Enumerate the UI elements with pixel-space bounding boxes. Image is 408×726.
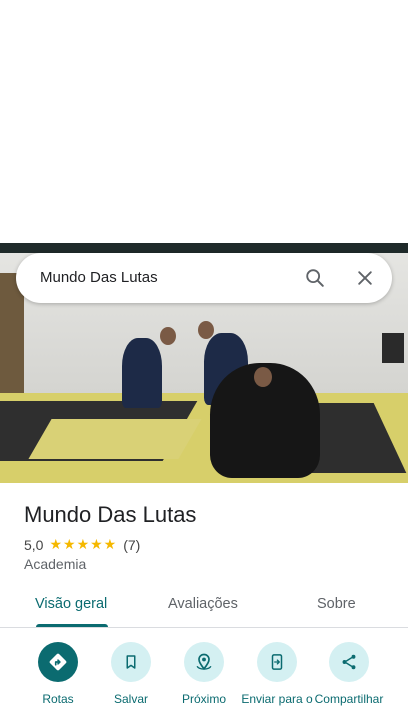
share-label: Compartilhar bbox=[314, 692, 384, 706]
tab-about[interactable]: Sobre bbox=[317, 596, 356, 612]
send-to-phone-button[interactable]: Enviar para o bbox=[237, 640, 317, 706]
rating-value: 5,0 bbox=[24, 536, 44, 553]
photo-head bbox=[254, 367, 272, 387]
save-button[interactable]: Salvar bbox=[91, 640, 171, 706]
tab-reviews[interactable]: Avaliações bbox=[168, 596, 238, 612]
search-icon[interactable] bbox=[302, 265, 328, 291]
share-icon[interactable] bbox=[329, 642, 369, 682]
search-query[interactable]: Mundo Das Lutas bbox=[40, 269, 158, 286]
directions-button[interactable]: Rotas bbox=[18, 640, 98, 706]
rating-row[interactable]: 5,0 ★★★★★ (7) bbox=[24, 536, 140, 553]
photo-fighter bbox=[122, 338, 162, 408]
tab-bar: Visão geral Avaliações Sobre bbox=[0, 582, 408, 628]
directions-icon[interactable] bbox=[38, 642, 78, 682]
send-to-phone-icon[interactable] bbox=[257, 642, 297, 682]
photo-head bbox=[160, 327, 176, 345]
action-bar: Rotas Salvar Próximo Enviar para o Compa… bbox=[0, 640, 408, 726]
nearby-button[interactable]: Próximo bbox=[164, 640, 244, 706]
search-bar[interactable]: Mundo Das Lutas bbox=[16, 253, 392, 303]
tab-overview[interactable]: Visão geral bbox=[35, 596, 107, 612]
save-label: Salvar bbox=[113, 692, 148, 706]
bookmark-icon[interactable] bbox=[111, 642, 151, 682]
nearby-icon[interactable] bbox=[184, 642, 224, 682]
place-title: Mundo Das Lutas bbox=[24, 502, 197, 527]
share-button[interactable]: Compartilhar bbox=[309, 640, 389, 706]
photo-poster bbox=[382, 333, 404, 363]
close-icon[interactable] bbox=[352, 265, 378, 291]
review-count[interactable]: (7) bbox=[123, 537, 140, 553]
photo-topbar bbox=[0, 243, 408, 253]
photo-mat bbox=[28, 419, 202, 459]
photo-head bbox=[198, 321, 214, 339]
active-tab-indicator bbox=[36, 624, 108, 627]
send-to-phone-label: Enviar para o bbox=[241, 692, 313, 706]
directions-label: Rotas bbox=[42, 692, 74, 706]
place-category[interactable]: Academia bbox=[24, 556, 86, 572]
nearby-label: Próximo bbox=[181, 692, 226, 706]
star-rating-icon: ★★★★★ bbox=[49, 536, 118, 552]
